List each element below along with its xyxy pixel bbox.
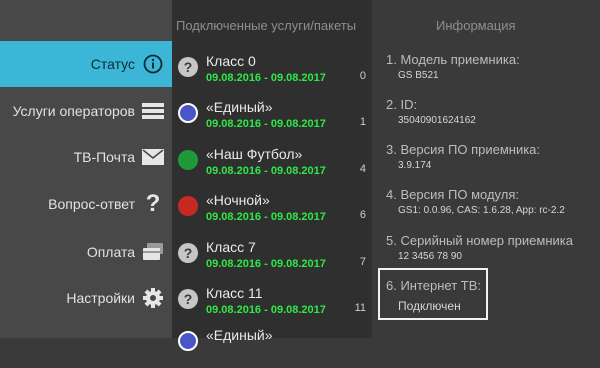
- service-number: 7: [359, 256, 366, 268]
- service-name: «Ночной»: [206, 192, 270, 208]
- nash-futbol-logo-icon: [178, 150, 198, 170]
- info-value: 12 3456 78 90: [398, 251, 462, 262]
- gear-icon: [142, 287, 164, 309]
- service-dates: 09.08.2016 - 09.08.2017: [206, 258, 326, 270]
- list-icon: [142, 100, 164, 122]
- payment-cards-icon: [142, 241, 164, 263]
- service-number: 11: [354, 302, 366, 314]
- info-value: 3.9.174: [398, 160, 432, 171]
- info-icon: [142, 53, 164, 75]
- sidebar-item-payment[interactable]: Оплата: [0, 229, 172, 275]
- services-header: Подключенные услуги/пакеты: [176, 18, 357, 33]
- service-name: «Единый»: [206, 327, 273, 343]
- info-label: 6. Интернет ТВ:: [386, 278, 482, 293]
- question-icon: ?: [178, 57, 198, 77]
- service-row[interactable]: «Наш Футбол» 09.08.2016 - 09.08.2017 4: [172, 141, 372, 187]
- info-value: GS B521: [398, 70, 439, 81]
- sidebar-item-label: Вопрос-ответ: [48, 196, 135, 212]
- service-row[interactable]: «Ночной» 09.08.2016 - 09.08.2017 6: [172, 187, 372, 233]
- sidebar-item-label: ТВ-Почта: [73, 149, 135, 165]
- service-dates: 09.08.2016 - 09.08.2017: [206, 72, 326, 84]
- question-icon: ?: [178, 243, 198, 263]
- service-number: 4: [359, 163, 366, 175]
- sidebar-item-status[interactable]: Статус: [0, 41, 172, 87]
- info-label: 2. ID:: [386, 97, 418, 112]
- service-name: Класс 0: [206, 53, 256, 69]
- service-dates: 09.08.2016 - 09.08.2017: [206, 304, 326, 316]
- service-dates: 09.08.2016 - 09.08.2017: [206, 165, 326, 177]
- service-row[interactable]: ? Класс 11 09.08.2016 - 09.08.2017 11: [172, 280, 372, 326]
- service-row[interactable]: «Единый»: [172, 322, 372, 368]
- sidebar-item-label: Услуги операторов: [12, 103, 135, 119]
- info-label: 1. Модель приемника:: [386, 52, 520, 67]
- info-header: Информация: [436, 18, 516, 33]
- edinyi-logo-icon: [178, 103, 198, 123]
- service-number: 6: [359, 209, 366, 221]
- sidebar-item-faq[interactable]: Вопрос-ответ ?: [0, 181, 172, 227]
- edinyi-logo-icon: [178, 331, 198, 351]
- service-row[interactable]: «Единый» 09.08.2016 - 09.08.2017 1: [172, 94, 372, 140]
- question-icon: ?: [145, 190, 161, 217]
- info-item-module-software: 4. Версия ПО модуля: GS1: 0.0.96, CAS: 1…: [386, 187, 565, 216]
- service-dates: 09.08.2016 - 09.08.2017: [206, 211, 326, 223]
- sidebar-item-label: Оплата: [86, 244, 135, 260]
- nochnoi-logo-icon: [178, 196, 198, 216]
- services-panel: Подключенные услуги/пакеты ? Класс 0 09.…: [172, 0, 372, 351]
- info-value: GS1: 0.0.96, CAS: 1.6.28, App: rc-2.2: [398, 205, 565, 216]
- info-item-model: 1. Модель приемника: GS B521: [386, 52, 520, 81]
- service-number: 0: [359, 70, 366, 82]
- service-name: «Наш Футбол»: [206, 146, 303, 162]
- service-dates: 09.08.2016 - 09.08.2017: [206, 118, 326, 130]
- sidebar-item-label: Настройки: [66, 290, 135, 306]
- info-item-serial-number: 5. Серийный номер приемника 12 3456 78 9…: [386, 233, 573, 262]
- info-label: 4. Версия ПО модуля:: [386, 187, 519, 202]
- sidebar: Статус Услуги операторов ТВ-Почта Вопрос…: [0, 0, 172, 338]
- sidebar-item-operator-services[interactable]: Услуги операторов: [0, 88, 172, 134]
- service-row[interactable]: ? Класс 7 09.08.2016 - 09.08.2017 7: [172, 234, 372, 280]
- sidebar-item-settings[interactable]: Настройки: [0, 275, 172, 321]
- info-value: Подключен: [398, 299, 461, 313]
- info-item-id: 2. ID: 35040901624162: [386, 97, 476, 126]
- service-name: Класс 7: [206, 239, 256, 255]
- envelope-icon: [142, 146, 164, 168]
- info-label: 5. Серийный номер приемника: [386, 233, 573, 248]
- service-name: «Единый»: [206, 99, 273, 115]
- service-number: 1: [359, 116, 366, 128]
- sidebar-item-tv-mail[interactable]: ТВ-Почта: [0, 134, 172, 180]
- info-value: 35040901624162: [398, 115, 476, 126]
- info-item-receiver-software: 3. Версия ПО приемника: 3.9.174: [386, 142, 540, 171]
- sidebar-item-label: Статус: [90, 56, 135, 72]
- info-label: 3. Версия ПО приемника:: [386, 142, 541, 157]
- info-panel: Информация 1. Модель приемника: GS B521 …: [372, 0, 600, 338]
- question-icon: ?: [178, 289, 198, 309]
- info-item-internet-tv[interactable]: 6. Интернет ТВ: Подключен: [386, 278, 481, 313]
- service-name: Класс 11: [206, 285, 263, 301]
- service-row[interactable]: ? Класс 0 09.08.2016 - 09.08.2017 0: [172, 48, 372, 94]
